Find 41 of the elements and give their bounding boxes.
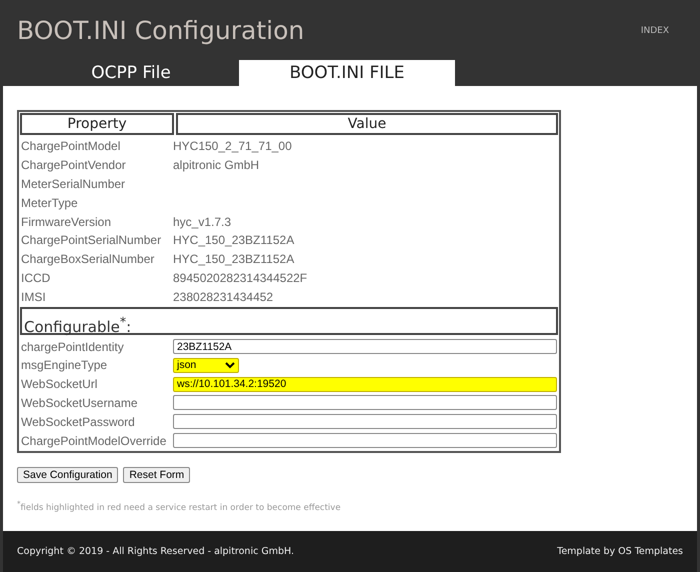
copyright-text: Copyright © 2019 - All Rights Reserved - alpitronic GmbH. — [17, 546, 294, 557]
field-label: WebSocketUsername — [21, 396, 138, 410]
property-name: FirmwareVersion — [21, 214, 112, 229]
tab[interactable]: OCPP File — [23, 60, 239, 86]
field-label: ChargePointModelOverride — [21, 434, 166, 448]
site-title: BOOT.INI Configuration — [17, 16, 304, 45]
column-header: Property — [20, 113, 174, 135]
dropdown[interactable]: json — [173, 358, 239, 373]
property-name: MeterType — [21, 196, 78, 210]
field-label: chargePointIdentity — [21, 340, 124, 354]
property-value: 8945020282314344522F — [173, 270, 308, 285]
input-field[interactable]: 23BZ1152A — [173, 339, 557, 354]
property-name: MeterSerialNumber — [21, 176, 126, 191]
property-value: hyc_v1.7.3 — [173, 214, 232, 229]
property-value: alpitronic GmbH — [173, 158, 260, 172]
input-field[interactable] — [173, 414, 557, 430]
save-button[interactable]: Save Configuration — [17, 466, 118, 483]
property-value: HYC_150_23BZ1152A — [173, 252, 294, 266]
field-label: WebSocketPassword — [21, 414, 135, 429]
input-field[interactable] — [173, 395, 557, 410]
column-header: Value — [176, 113, 558, 135]
input-field[interactable] — [173, 433, 557, 448]
property-value: HYC150_2_71_71_00 — [173, 139, 292, 154]
property-value: 238028231434452 — [173, 290, 274, 304]
tab[interactable]: BOOT.INI FILE — [239, 60, 455, 86]
property-name: ChargeBoxSerialNumber — [21, 252, 154, 266]
footnote: $^{*}$fields highlighted in red need a service restart in order to become effective — [17, 498, 342, 513]
field-label: msgEngineType — [21, 358, 108, 372]
field-label: WebSocketUrl — [21, 377, 98, 392]
index-link[interactable]: INDEX — [640, 26, 669, 36]
property-name: ChargePointSerialNumber — [21, 233, 162, 248]
chevron-down-icon — [225, 362, 235, 369]
property-name: ChargePointModel — [21, 139, 120, 154]
property-value: HYC_150_23BZ1152A — [173, 233, 294, 248]
property-name: ICCD — [21, 270, 50, 285]
reset-button[interactable]: Reset Form — [123, 466, 190, 483]
input-field[interactable]: ws://10.101.34.2:19520 — [173, 376, 557, 392]
credit-text: Template by OS Templates — [557, 546, 683, 557]
property-name: ChargePointVendor — [21, 158, 126, 172]
section-heading: Configurable$^{*}$: — [20, 307, 558, 336]
property-name: IMSI — [21, 290, 46, 304]
